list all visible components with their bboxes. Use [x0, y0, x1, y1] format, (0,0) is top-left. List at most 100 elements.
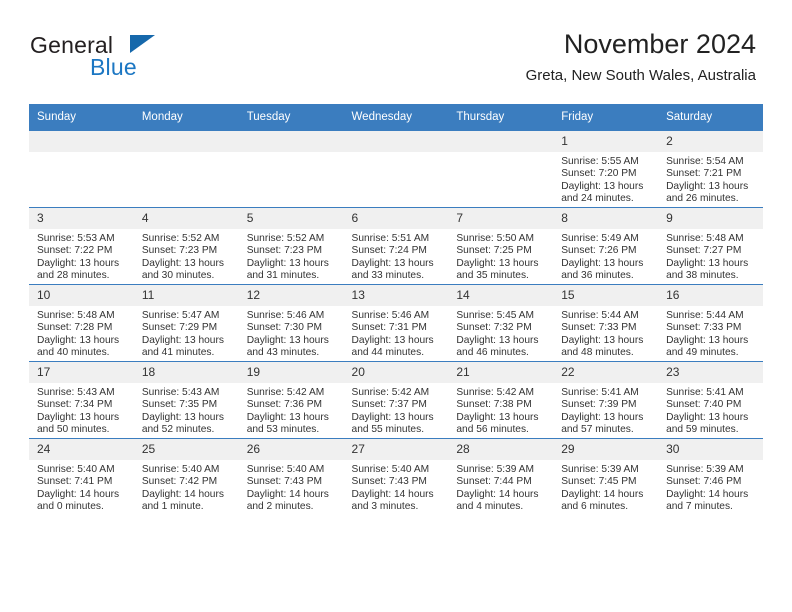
day-details: Sunrise: 5:55 AM Sunset: 7:20 PM Daylight:…: [553, 152, 658, 206]
calendar-day-cell[interactable]: 25 Sunrise: 5:40 AM Sunset: 7:42 PM Dayligh…: [133, 438, 239, 515]
sunset-text: Sunset: 7:38 PM: [456, 399, 532, 411]
calendar-day-cell[interactable]: 19 Sunrise: 5:42 AM Sunset: 7:36 PM Dayligh…: [238, 361, 344, 439]
calendar-day-cell[interactable]: 11 Sunrise: 5:47 AM Sunset: 7:29 PM Dayligh…: [133, 284, 239, 362]
day-details: Sunrise: 5:48 AM Sunset: 7:28 PM Daylight:…: [29, 306, 134, 360]
calendar-day-cell[interactable]: 9 Sunrise: 5:48 AM Sunset: 7:27 PM Daylight…: [658, 207, 763, 285]
daylight-text-line1: Daylight: 14 hours: [246, 488, 329, 500]
daylight-text-line2: and 49 minutes.: [666, 347, 739, 359]
daylight-text-line1: Daylight: 14 hours: [561, 488, 644, 500]
calendar-day-cell[interactable]: 21 Sunrise: 5:42 AM Sunset: 7:38 PM Dayligh…: [448, 361, 554, 439]
page-header: General Blue November 2024 Greta, New So…: [0, 0, 792, 104]
daylight-text-line1: Daylight: 13 hours: [37, 257, 120, 269]
calendar-day-cell[interactable]: 10 Sunrise: 5:48 AM Sunset: 7:28 PM Dayligh…: [29, 284, 134, 362]
sunset-text: Sunset: 7:27 PM: [666, 245, 742, 257]
weekday-header-monday: Monday: [133, 104, 239, 131]
daylight-text-line2: and 40 minutes.: [37, 347, 110, 359]
daylight-text-line2: and 28 minutes.: [37, 270, 110, 282]
daylight-text-line2: and 41 minutes.: [141, 347, 215, 359]
weekday-header-sunday: Sunday: [29, 104, 134, 131]
calendar-day-cell[interactable]: 3 Sunrise: 5:53 AM Sunset: 7:22 PM Daylight…: [29, 207, 134, 285]
calendar-day-cell[interactable]: 6 Sunrise: 5:51 AM Sunset: 7:24 PM Daylight…: [343, 207, 449, 285]
sunset-text: Sunset: 7:43 PM: [351, 476, 427, 488]
sunset-text: Sunset: 7:28 PM: [37, 322, 113, 334]
daylight-text-line1: Daylight: 13 hours: [456, 257, 539, 269]
daylight-text-line2: and 50 minutes.: [37, 424, 110, 436]
calendar-page: General Blue November 2024 Greta, New So…: [0, 0, 792, 612]
daylight-text-line1: Daylight: 14 hours: [666, 488, 749, 500]
daylight-text-line2: and 43 minutes.: [246, 347, 320, 359]
calendar-day-cell[interactable]: 26 Sunrise: 5:40 AM Sunset: 7:43 PM Dayligh…: [238, 438, 344, 515]
calendar-day-cell[interactable]: 13 Sunrise: 5:46 AM Sunset: 7:31 PM Dayligh…: [343, 284, 449, 362]
calendar-day-cell-empty: [29, 130, 134, 208]
calendar-day-cell[interactable]: 20 Sunrise: 5:42 AM Sunset: 7:37 PM Dayligh…: [343, 361, 449, 439]
day-details: Sunrise: 5:44 AM Sunset: 7:33 PM Daylight:…: [658, 306, 763, 360]
calendar-day-cell[interactable]: 23 Sunrise: 5:41 AM Sunset: 7:40 PM Dayligh…: [658, 361, 763, 439]
day-number: [238, 131, 344, 152]
day-number: 17: [29, 362, 134, 383]
calendar-day-cell[interactable]: 28 Sunrise: 5:39 AM Sunset: 7:44 PM Dayligh…: [448, 438, 554, 515]
day-number: 1: [553, 131, 659, 152]
daylight-text-line2: and 46 minutes.: [456, 347, 529, 359]
weekday-header-saturday: Saturday: [658, 104, 763, 131]
sunset-text: Sunset: 7:42 PM: [141, 476, 218, 488]
daylight-text-line2: and 33 minutes.: [351, 270, 425, 282]
daylight-text-line2: and 48 minutes.: [561, 347, 634, 359]
sunset-text: Sunset: 7:45 PM: [561, 476, 637, 488]
calendar-day-cell[interactable]: 14 Sunrise: 5:45 AM Sunset: 7:32 PM Dayligh…: [448, 284, 554, 362]
calendar-day-cell[interactable]: 7 Sunrise: 5:50 AM Sunset: 7:25 PM Daylight…: [448, 207, 554, 285]
daylight-text-line2: and 4 minutes.: [456, 501, 524, 513]
day-number: 27: [343, 439, 449, 460]
sunset-text: Sunset: 7:41 PM: [37, 476, 113, 488]
sunrise-text: Sunrise: 5:46 AM: [246, 310, 325, 321]
logo-triangle-icon: [130, 35, 155, 53]
calendar-day-cell[interactable]: 5 Sunrise: 5:52 AM Sunset: 7:23 PM Daylight…: [238, 207, 344, 285]
day-details: Sunrise: 5:45 AM Sunset: 7:32 PM Daylight:…: [448, 306, 553, 360]
day-number: 5: [238, 208, 344, 229]
daylight-text-line1: Daylight: 13 hours: [561, 334, 644, 346]
daylight-text-line1: Daylight: 13 hours: [561, 180, 644, 192]
calendar-day-cell[interactable]: 22 Sunrise: 5:41 AM Sunset: 7:39 PM Dayligh…: [553, 361, 659, 439]
calendar-day-cell[interactable]: 17 Sunrise: 5:43 AM Sunset: 7:34 PM Dayligh…: [29, 361, 134, 439]
daylight-text-line2: and 59 minutes.: [666, 424, 739, 436]
generalblue-logo[interactable]: General Blue: [30, 32, 260, 88]
daylight-text-line2: and 7 minutes.: [666, 501, 733, 513]
day-number: 19: [238, 362, 344, 383]
calendar-day-cell[interactable]: 27 Sunrise: 5:40 AM Sunset: 7:43 PM Dayligh…: [343, 438, 449, 515]
day-number: 14: [448, 285, 554, 306]
calendar-day-cell[interactable]: 30 Sunrise: 5:39 AM Sunset: 7:46 PM Dayligh…: [658, 438, 763, 515]
calendar-day-cell[interactable]: 24 Sunrise: 5:40 AM Sunset: 7:41 PM Dayligh…: [29, 438, 134, 515]
day-number: 12: [238, 285, 344, 306]
calendar-week-row: 1 Sunrise: 5:55 AM Sunset: 7:20 PM Daylight…: [29, 130, 763, 208]
calendar-day-cell[interactable]: 29 Sunrise: 5:39 AM Sunset: 7:45 PM Dayligh…: [553, 438, 659, 515]
sunrise-text: Sunrise: 5:44 AM: [561, 310, 639, 321]
day-details: Sunrise: 5:39 AM Sunset: 7:44 PM Daylight:…: [448, 460, 553, 514]
daylight-text-line2: and 31 minutes.: [246, 270, 320, 282]
sunset-text: Sunset: 7:33 PM: [561, 322, 637, 334]
calendar-day-cell[interactable]: 16 Sunrise: 5:44 AM Sunset: 7:33 PM Dayligh…: [658, 284, 763, 362]
calendar-day-cell[interactable]: 2 Sunrise: 5:54 AM Sunset: 7:21 PM Daylight…: [658, 130, 763, 208]
daylight-text-line1: Daylight: 13 hours: [456, 334, 539, 346]
day-details: Sunrise: 5:41 AM Sunset: 7:40 PM Daylight:…: [658, 383, 763, 437]
calendar-day-cell[interactable]: 1 Sunrise: 5:55 AM Sunset: 7:20 PM Daylight…: [553, 130, 659, 208]
calendar-day-cell[interactable]: 15 Sunrise: 5:44 AM Sunset: 7:33 PM Dayligh…: [553, 284, 659, 362]
calendar-day-cell[interactable]: 18 Sunrise: 5:43 AM Sunset: 7:35 PM Dayligh…: [133, 361, 239, 439]
sunrise-text: Sunrise: 5:40 AM: [141, 464, 220, 475]
sunrise-text: Sunrise: 5:42 AM: [456, 387, 534, 398]
daylight-text-line1: Daylight: 13 hours: [141, 334, 224, 346]
sunrise-text: Sunrise: 5:39 AM: [561, 464, 639, 475]
sunset-text: Sunset: 7:26 PM: [561, 245, 637, 257]
calendar-day-cell-empty: [238, 130, 344, 208]
calendar-body: 1 Sunrise: 5:55 AM Sunset: 7:20 PM Daylight…: [29, 130, 763, 515]
sunrise-text: Sunrise: 5:52 AM: [246, 233, 325, 244]
day-number: 6: [343, 208, 449, 229]
day-details: Sunrise: 5:46 AM Sunset: 7:30 PM Daylight:…: [239, 306, 344, 360]
calendar-day-cell[interactable]: 4 Sunrise: 5:52 AM Sunset: 7:23 PM Daylight…: [133, 207, 239, 285]
sunset-text: Sunset: 7:34 PM: [37, 399, 113, 411]
calendar-day-cell-empty: [448, 130, 554, 208]
calendar-day-cell[interactable]: 8 Sunrise: 5:49 AM Sunset: 7:26 PM Daylight…: [553, 207, 659, 285]
day-details: Sunrise: 5:48 AM Sunset: 7:27 PM Daylight:…: [658, 229, 763, 283]
calendar-day-cell[interactable]: 12 Sunrise: 5:46 AM Sunset: 7:30 PM Dayligh…: [238, 284, 344, 362]
sunset-text: Sunset: 7:40 PM: [666, 399, 742, 411]
daylight-text-line2: and 26 minutes.: [666, 193, 739, 205]
sunrise-text: Sunrise: 5:43 AM: [37, 387, 115, 398]
